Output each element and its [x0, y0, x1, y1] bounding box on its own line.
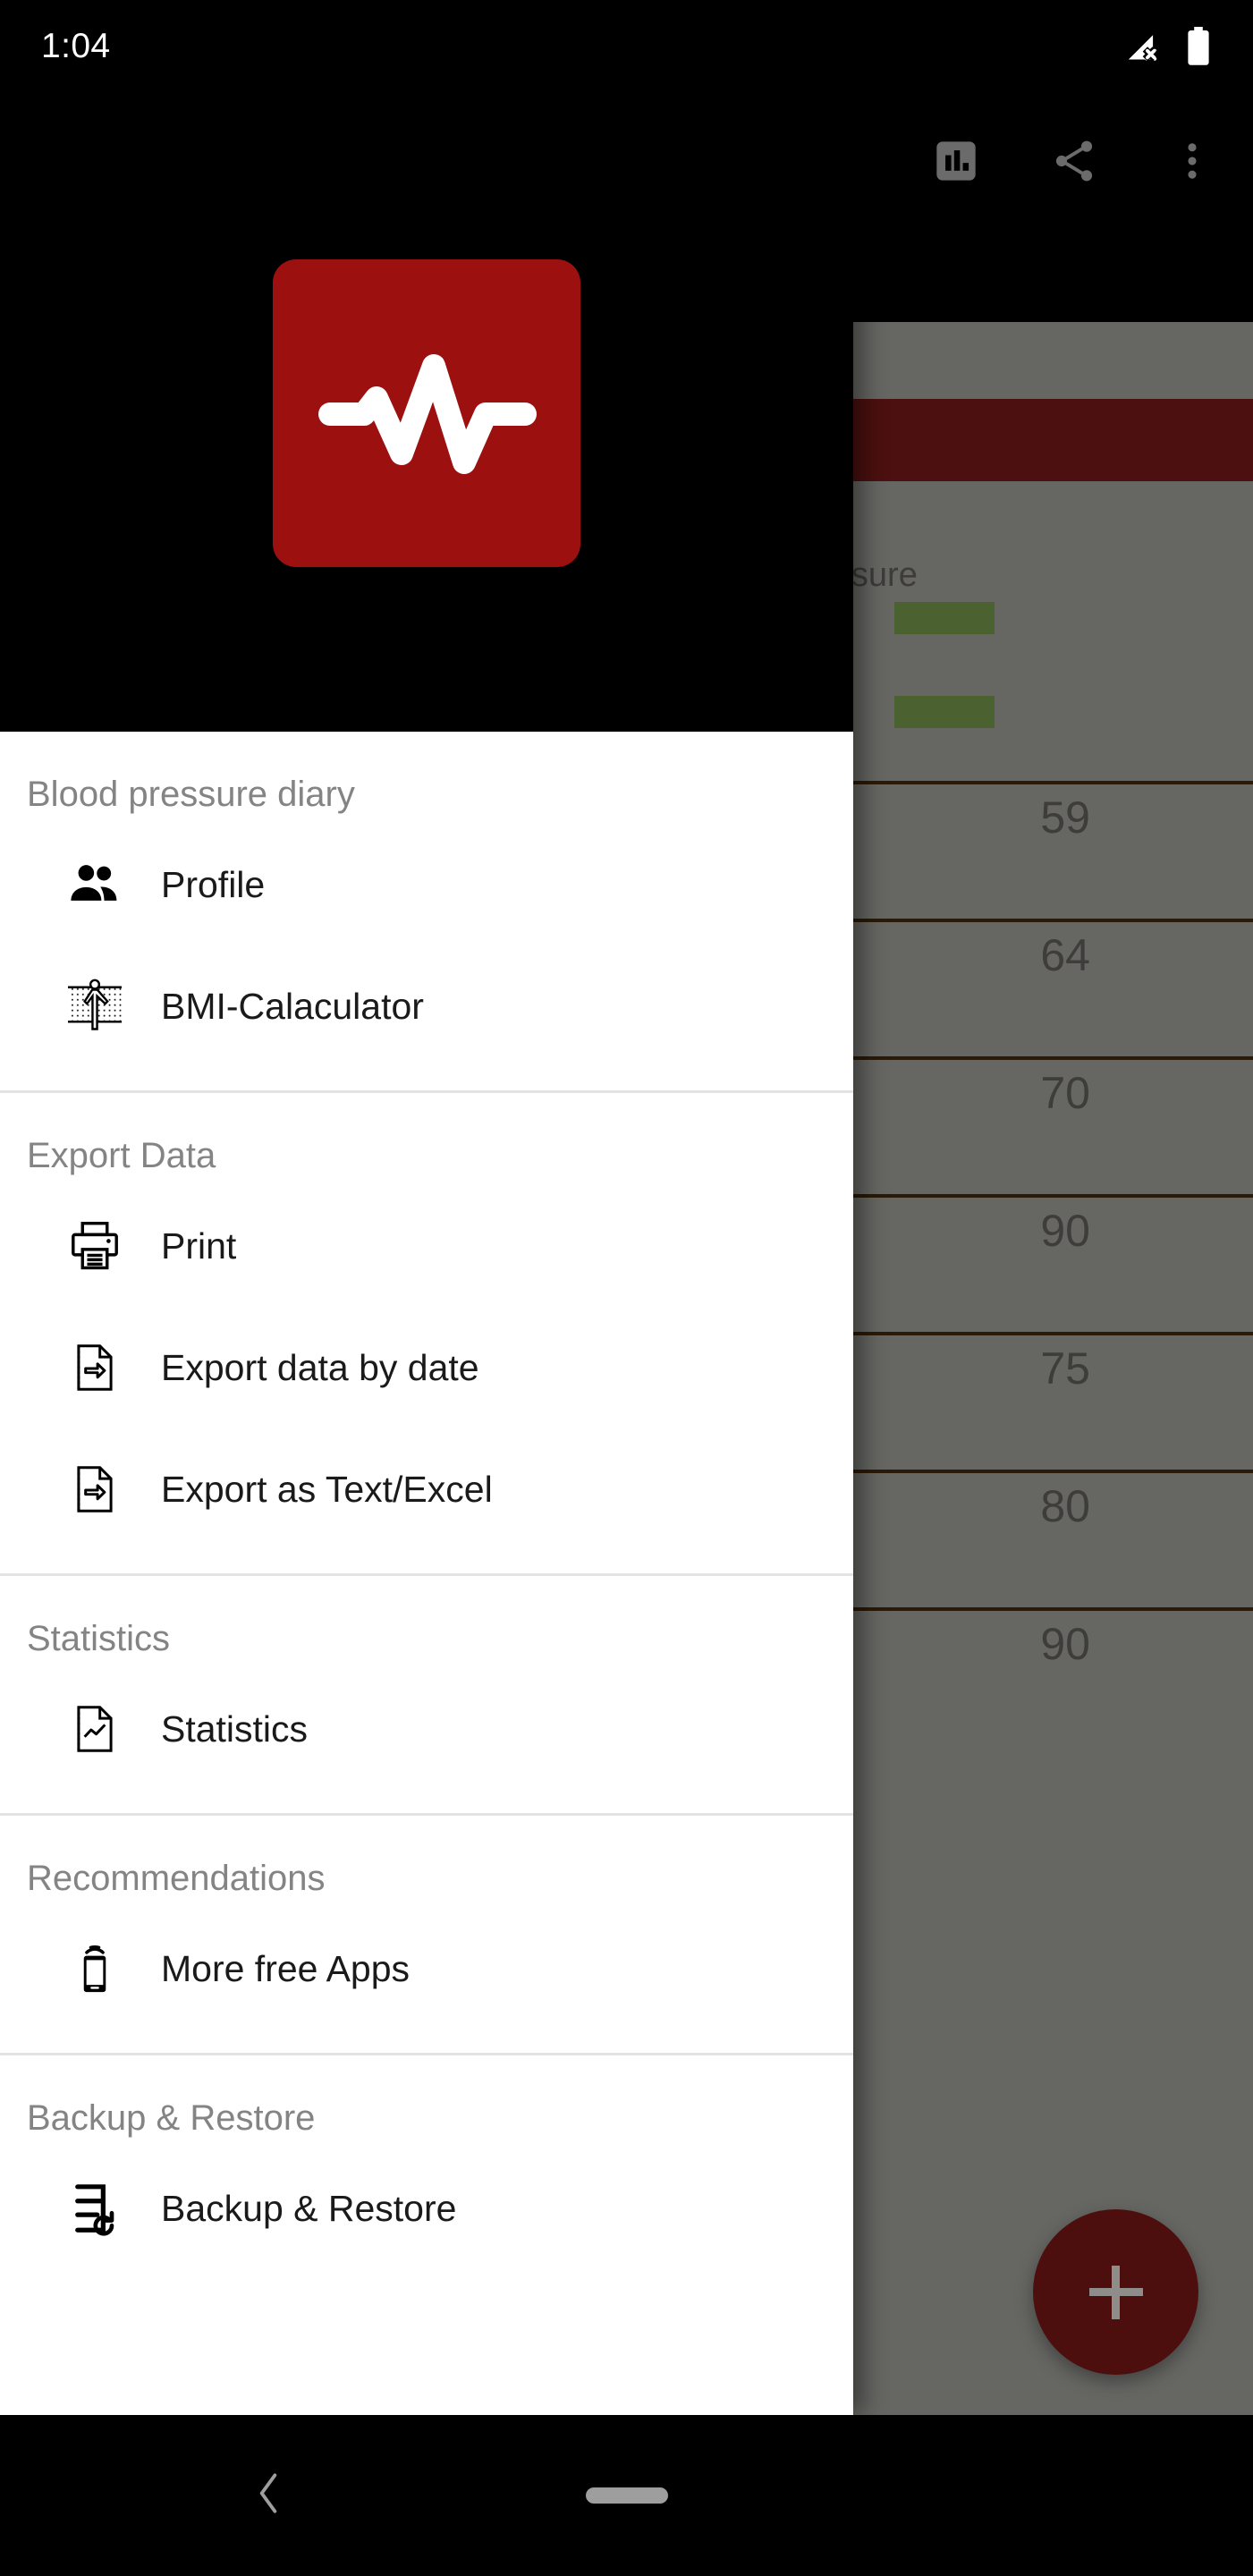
phone-screen: Pulse Critical pressure 59 64 70 [0, 0, 1253, 2576]
drawer-item-label: Export data by date [161, 1346, 479, 1388]
drawer-group-title: Export Data [27, 1136, 216, 1175]
row-value: 90 [1040, 1619, 1090, 1669]
status-icons [1124, 27, 1212, 66]
status-time: 1:04 [41, 27, 111, 65]
phone-signal-icon [55, 1940, 134, 1997]
app-logo-pulse [273, 259, 580, 567]
body-measure-icon [55, 976, 134, 1037]
navigation-drawer: Blood pressure diary Profile BMI-Calacul… [0, 0, 853, 2415]
home-pill-icon[interactable] [585, 2487, 668, 2504]
drawer-item-label: Print [161, 1224, 237, 1267]
drawer-item-label: Statistics [161, 1707, 309, 1750]
battery-full-icon [1185, 27, 1212, 66]
drawer-menu-list: Blood pressure diary Profile BMI-Calacul… [0, 732, 853, 2269]
printer-icon [55, 1216, 134, 1275]
bar-chart-icon[interactable] [931, 136, 981, 186]
drawer-item-profile[interactable]: Profile [0, 824, 853, 945]
backup-restore-icon [55, 2179, 134, 2238]
share-icon[interactable] [1049, 136, 1099, 186]
row-value: 75 [1040, 1343, 1090, 1394]
drawer-item-label: Export as Text/Excel [161, 1468, 493, 1510]
people-icon [55, 854, 134, 915]
drawer-item-label: Profile [161, 863, 266, 905]
row-value: 59 [1040, 792, 1090, 843]
drawer-group-title: Recommendations [27, 1859, 326, 1898]
drawer-header [0, 0, 853, 732]
drawer-group-title: Blood pressure diary [27, 775, 355, 814]
document-export-icon [55, 1340, 134, 1395]
plus-icon [1112, 2265, 1120, 2319]
drawer-item-export-text-excel[interactable]: Export as Text/Excel [0, 1428, 853, 1550]
drawer-item-label: BMI-Calaculator [161, 985, 424, 1027]
drawer-item-print[interactable]: Print [0, 1185, 853, 1307]
drawer-group-title: Backup & Restore [27, 2098, 316, 2138]
back-chevron-icon[interactable] [249, 2467, 288, 2525]
overflow-menu-icon[interactable] [1167, 136, 1217, 186]
drawer-item-label: More free Apps [161, 1947, 411, 1989]
row-value: 80 [1040, 1481, 1090, 1531]
drawer-group-title: Statistics [27, 1619, 171, 1658]
drawer-item-statistics[interactable]: Statistics [0, 1668, 853, 1790]
signal-no-service-icon [1124, 29, 1165, 64]
drawer-item-bmi-calculator[interactable]: BMI-Calaculator [0, 945, 853, 1067]
document-export-icon [55, 1462, 134, 1517]
range-chip [894, 696, 995, 728]
document-chart-icon [55, 1701, 134, 1757]
row-value: 70 [1040, 1068, 1090, 1118]
drawer-item-export-by-date[interactable]: Export data by date [0, 1307, 853, 1428]
drawer-item-label: Backup & Restore [161, 2187, 457, 2229]
drawer-item-more-free-apps[interactable]: More free Apps [0, 1908, 853, 2029]
row-value: 64 [1040, 930, 1090, 980]
system-navigation-bar [0, 2415, 1253, 2576]
status-bar: 1:04 [0, 0, 1253, 98]
row-value: 90 [1040, 1206, 1090, 1256]
add-entry-fab[interactable] [1033, 2209, 1198, 2375]
drawer-item-backup-restore[interactable]: Backup & Restore [0, 2148, 853, 2269]
range-chip [894, 602, 995, 634]
